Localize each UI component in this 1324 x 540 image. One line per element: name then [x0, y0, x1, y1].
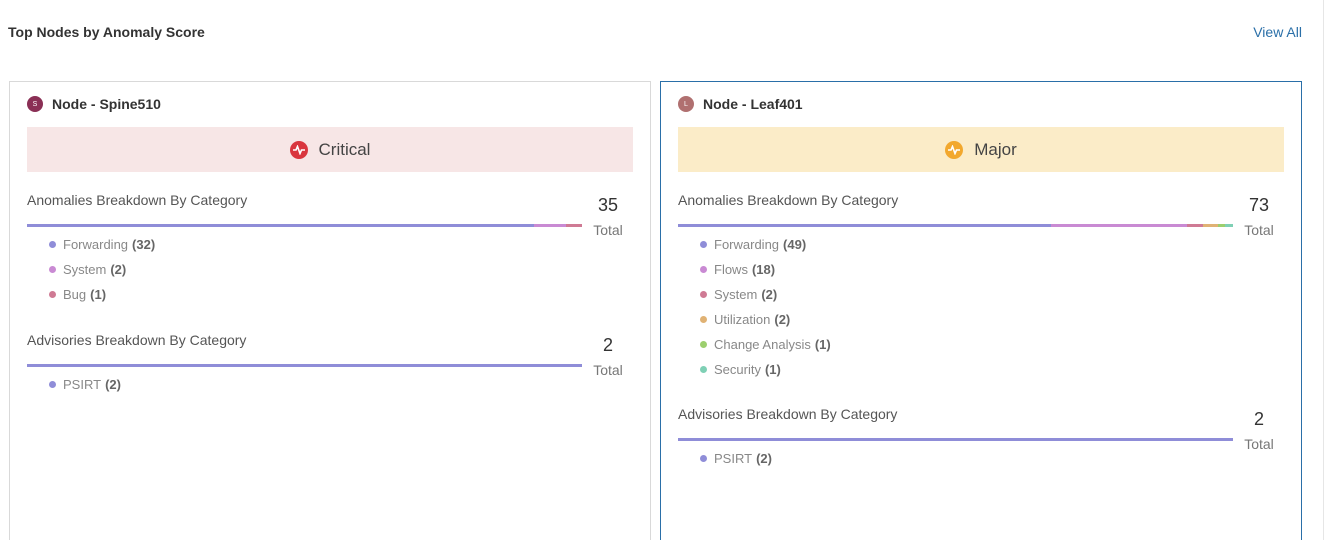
- section-title: Top Nodes by Anomaly Score: [8, 24, 205, 40]
- advisories-legend: PSIRT (2): [49, 372, 121, 397]
- anomalies-total: 35: [597, 195, 619, 215]
- node-card[interactable]: S Node - Spine510 Critical Anomalies Bre…: [9, 81, 651, 540]
- legend-item: System (2): [49, 257, 155, 282]
- node-avatar: L: [678, 96, 694, 112]
- node-card[interactable]: L Node - Leaf401 Major Anomalies Breakdo…: [660, 81, 1302, 540]
- advisories-legend: PSIRT (2): [700, 446, 772, 471]
- legend-item: Utilization (2): [700, 307, 831, 332]
- legend-label: Flows: [714, 261, 748, 277]
- anomalies-total-label: Total: [1244, 222, 1274, 238]
- bar-segment: [1187, 224, 1203, 227]
- advisories-section: Advisories Breakdown By Category 2 Total…: [678, 406, 1284, 476]
- legend-item: PSIRT (2): [700, 446, 772, 471]
- advisories-total-label: Total: [593, 362, 623, 378]
- advisories-bar: [27, 364, 582, 367]
- legend-dot-icon: [700, 291, 707, 298]
- node-title: Node - Spine510: [52, 96, 161, 112]
- legend-dot-icon: [700, 316, 707, 323]
- legend-count: (1): [764, 361, 781, 377]
- advisories-total-label: Total: [1244, 436, 1274, 452]
- legend-count: (49): [783, 236, 807, 252]
- bar-segment: [1050, 224, 1188, 227]
- legend-label: Forwarding: [714, 236, 780, 252]
- legend-dot-icon: [700, 366, 707, 373]
- advisories-title: Advisories Breakdown By Category: [678, 406, 898, 422]
- node-avatar: S: [27, 96, 43, 112]
- legend-count: (2): [105, 376, 121, 392]
- legend-dot-icon: [700, 266, 707, 273]
- legend-item: Security (1): [700, 357, 831, 382]
- legend-count: (2): [756, 450, 772, 466]
- legend-dot-icon: [49, 381, 56, 388]
- bar-segment: [1217, 224, 1226, 227]
- legend-dot-icon: [700, 341, 707, 348]
- severity-banner: Major: [678, 127, 1284, 172]
- legend-label: Security: [714, 361, 761, 377]
- node-header: S Node - Spine510: [27, 96, 161, 112]
- anomalies-bar: [678, 224, 1233, 227]
- legend-count: (32): [132, 236, 156, 252]
- anomalies-total: 73: [1248, 195, 1270, 215]
- bar-segment: [566, 224, 582, 227]
- legend-count: (1): [90, 286, 107, 302]
- legend-item: Forwarding (32): [49, 232, 155, 257]
- advisories-bar: [678, 438, 1233, 441]
- legend-count: (2): [761, 286, 778, 302]
- legend-count: (1): [814, 336, 831, 352]
- legend-dot-icon: [49, 266, 56, 273]
- advisories-section: Advisories Breakdown By Category 2 Total…: [27, 332, 633, 402]
- legend-label: PSIRT: [63, 376, 102, 392]
- legend-count: (2): [774, 311, 791, 327]
- view-all-link[interactable]: View All: [1253, 24, 1302, 40]
- legend-label: System: [714, 286, 758, 302]
- legend-item: System (2): [700, 282, 831, 307]
- bar-segment: [1202, 224, 1218, 227]
- bar-segment: [1225, 224, 1233, 227]
- legend-count: (18): [751, 261, 776, 277]
- anomalies-title: Anomalies Breakdown By Category: [678, 192, 899, 208]
- bar-segment: [678, 438, 1233, 441]
- pulse-icon: [289, 140, 308, 159]
- severity-banner: Critical: [27, 127, 633, 172]
- legend-count: (2): [110, 261, 127, 277]
- anomalies-total-label: Total: [593, 222, 623, 238]
- severity-label: Critical: [318, 139, 371, 159]
- legend-label: Utilization: [714, 311, 771, 327]
- node-title: Node - Leaf401: [703, 96, 803, 112]
- advisories-total: 2: [602, 335, 613, 355]
- node-header: L Node - Leaf401: [678, 96, 803, 112]
- legend-item: Flows (18): [700, 257, 831, 282]
- legend-label: PSIRT: [714, 450, 753, 466]
- anomalies-section: Anomalies Breakdown By Category 73 Total…: [678, 192, 1284, 392]
- legend-label: Forwarding: [63, 236, 129, 252]
- legend-dot-icon: [700, 455, 707, 462]
- pulse-icon: [945, 140, 964, 159]
- advisories-title: Advisories Breakdown By Category: [27, 332, 247, 348]
- advisories-total: 2: [1253, 409, 1264, 429]
- legend-item: Forwarding (49): [700, 232, 831, 257]
- legend-dot-icon: [700, 241, 707, 248]
- anomalies-section: Anomalies Breakdown By Category 35 Total…: [27, 192, 633, 312]
- legend-dot-icon: [49, 241, 56, 248]
- anomalies-title: Anomalies Breakdown By Category: [27, 192, 248, 208]
- bar-segment: [27, 224, 535, 227]
- anomalies-legend: Forwarding (49) Flows (18) System (2) Utilizat…: [700, 232, 831, 382]
- bar-segment: [678, 224, 1051, 227]
- legend-item: Bug (1): [49, 282, 155, 307]
- legend-label: System: [63, 261, 107, 277]
- bar-segment: [534, 224, 567, 227]
- anomalies-bar: [27, 224, 582, 227]
- anomalies-legend: Forwarding (32) System (2) Bug (1): [49, 232, 155, 307]
- severity-label: Major: [974, 139, 1017, 159]
- legend-item: Change Analysis (1): [700, 332, 831, 357]
- legend-label: Change Analysis: [714, 336, 811, 352]
- legend-dot-icon: [49, 291, 56, 298]
- bar-segment: [27, 364, 582, 367]
- legend-item: PSIRT (2): [49, 372, 121, 397]
- legend-label: Bug: [63, 286, 87, 302]
